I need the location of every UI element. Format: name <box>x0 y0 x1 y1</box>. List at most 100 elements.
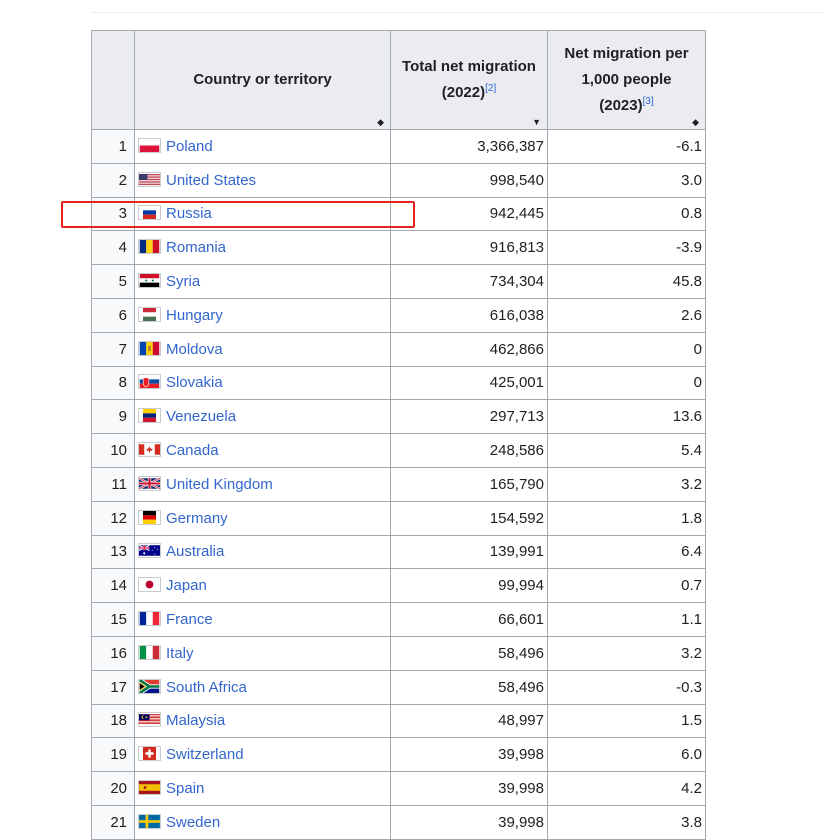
country-cell: South Africa <box>134 669 391 705</box>
rank-cell: 7 <box>91 331 135 367</box>
sort-icon[interactable]: ◆ <box>692 118 699 127</box>
russia-flag-icon <box>138 205 161 221</box>
net-migration-per-1000-cell: 2.6 <box>547 297 706 333</box>
net-migration-per-1000-cell: 3.2 <box>547 635 706 671</box>
canada-flag-icon <box>138 442 161 458</box>
slovakia-flag-icon <box>138 374 161 390</box>
rank-cell: 12 <box>91 500 135 536</box>
japan-flag-icon <box>138 577 161 593</box>
total-net-migration-column-header[interactable]: Total net migration (2022)[2] ▼ <box>390 30 548 130</box>
rank-cell: 10 <box>91 433 135 468</box>
total-net-migration-cell: 425,001 <box>390 365 548 401</box>
rank-cell: 19 <box>91 737 135 773</box>
table-row: 15 France 66,601 1.1 <box>91 602 706 637</box>
country-link[interactable]: Moldova <box>166 341 223 358</box>
net-migration-per-1000-cell: 4.2 <box>547 771 706 806</box>
country-link[interactable]: Syria <box>166 273 200 290</box>
sort-icon[interactable]: ◆ <box>377 118 384 127</box>
country-link[interactable]: Spain <box>166 780 204 797</box>
country-cell: Hungary <box>134 297 391 333</box>
country-cell: Moldova <box>134 331 391 367</box>
country-cell: Venezuela <box>134 399 391 435</box>
malaysia-flag-icon <box>138 712 161 728</box>
net-migration-per-1000-cell: 0 <box>547 365 706 401</box>
sort-descending-icon[interactable]: ▼ <box>532 118 541 127</box>
table-row: 20 Spain 39,998 4.2 <box>91 771 706 806</box>
net-migration-per-1000-cell: 1.5 <box>547 703 706 739</box>
rank-cell: 14 <box>91 568 135 604</box>
germany-flag-icon <box>138 509 161 525</box>
table-row: 8 Slovakia 425,001 0 <box>91 365 706 401</box>
country-cell: Japan <box>134 568 391 604</box>
total-net-migration-cell: 462,866 <box>390 331 548 367</box>
net-migration-per-1000-cell: 13.6 <box>547 399 706 435</box>
poland-flag-icon <box>138 137 161 153</box>
country-link[interactable]: Canada <box>166 442 219 459</box>
rank-cell: 2 <box>91 162 135 198</box>
total-net-header-label: Total net migration (2022) <box>402 58 536 101</box>
united-states-flag-icon <box>138 171 161 187</box>
total-net-migration-cell: 248,586 <box>390 433 548 468</box>
country-link[interactable]: Japan <box>166 577 207 594</box>
country-link[interactable]: Slovakia <box>166 374 223 391</box>
spain-flag-icon <box>138 780 161 796</box>
reference-link-3[interactable]: [3] <box>643 96 654 107</box>
net-migration-per-1000-cell: 3.0 <box>547 162 706 198</box>
country-link[interactable]: Sweden <box>166 814 220 831</box>
net-migration-per-1000-cell: 1.8 <box>547 500 706 536</box>
country-cell: Syria <box>134 264 391 299</box>
table-header-row: Country or territory ◆ Total net migrati… <box>91 30 706 130</box>
country-cell: United States <box>134 162 391 198</box>
net-migration-per-1000-cell: -3.9 <box>547 230 706 266</box>
country-link[interactable]: South Africa <box>166 679 247 696</box>
country-link[interactable]: Germany <box>166 510 228 527</box>
country-cell: France <box>134 602 391 637</box>
table-row: 14 Japan 99,994 0.7 <box>91 568 706 604</box>
table-row: 11 United Kingdom 165,790 3.2 <box>91 466 706 502</box>
sweden-flag-icon <box>138 813 161 829</box>
country-cell: Malaysia <box>134 703 391 739</box>
table-row: 18 Malaysia 48,997 1.5 <box>91 703 706 739</box>
country-cell: Germany <box>134 500 391 536</box>
table-row: 12 Germany 154,592 1.8 <box>91 500 706 536</box>
net-migration-per-1000-cell: 0 <box>547 331 706 367</box>
total-net-migration-cell: 39,998 <box>390 804 548 840</box>
country-link[interactable]: United Kingdom <box>166 476 273 493</box>
rank-cell: 9 <box>91 399 135 435</box>
total-net-migration-cell: 39,998 <box>390 771 548 806</box>
country-link[interactable]: Russia <box>166 205 212 222</box>
country-link[interactable]: Venezuela <box>166 408 236 425</box>
country-link[interactable]: Romania <box>166 239 226 256</box>
country-link[interactable]: Poland <box>166 138 213 155</box>
table-row: 1 Poland 3,366,387 -6.1 <box>91 129 706 164</box>
total-net-migration-cell: 154,592 <box>390 500 548 536</box>
country-cell: Italy <box>134 635 391 671</box>
net-migration-per-1000-cell: 5.4 <box>547 433 706 468</box>
total-net-migration-cell: 998,540 <box>390 162 548 198</box>
country-column-header[interactable]: Country or territory ◆ <box>134 30 391 130</box>
country-link[interactable]: Australia <box>166 543 224 560</box>
reference-link-2[interactable]: [2] <box>485 83 496 94</box>
country-cell: Romania <box>134 230 391 266</box>
table-row: 17 South Africa 58,496 -0.3 <box>91 669 706 705</box>
country-link[interactable]: United States <box>166 172 256 189</box>
net-migration-per-1000-cell: 0.8 <box>547 196 706 232</box>
australia-flag-icon <box>138 543 161 559</box>
total-net-migration-cell: 99,994 <box>390 568 548 604</box>
country-link[interactable]: Hungary <box>166 307 223 324</box>
france-flag-icon <box>138 611 161 627</box>
net-migration-per-1000-column-header[interactable]: Net migration per 1,000 people (2023)[3]… <box>547 30 706 130</box>
country-link[interactable]: Malaysia <box>166 712 225 729</box>
per-1000-header-line1: Net migration per <box>564 45 689 62</box>
country-cell: United Kingdom <box>134 466 391 502</box>
rank-column-header[interactable] <box>91 30 135 130</box>
country-link[interactable]: France <box>166 611 213 628</box>
syria-flag-icon <box>138 273 161 289</box>
net-migration-per-1000-cell: -6.1 <box>547 129 706 164</box>
country-cell: Spain <box>134 771 391 806</box>
country-link[interactable]: Switzerland <box>166 746 244 763</box>
rank-cell: 13 <box>91 534 135 570</box>
total-net-migration-cell: 165,790 <box>390 466 548 502</box>
italy-flag-icon <box>138 644 161 660</box>
country-link[interactable]: Italy <box>166 645 194 662</box>
